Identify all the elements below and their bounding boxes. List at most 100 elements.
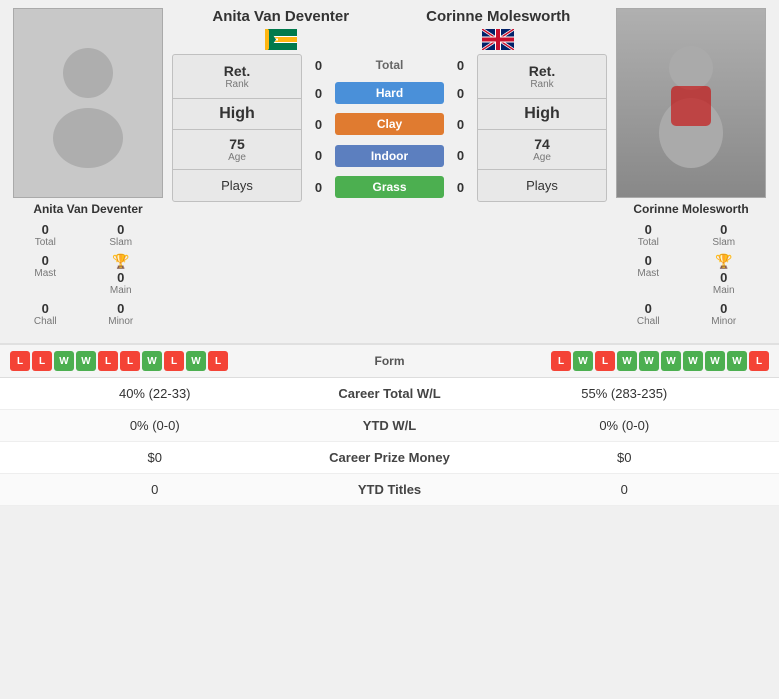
- total-left-score: 0: [306, 58, 331, 73]
- right-flag-container: [390, 29, 608, 50]
- hard-surface-pill: Hard: [335, 82, 444, 104]
- left-main-cell: 🏆 0 Main: [84, 251, 159, 298]
- left-main-label: Main: [110, 285, 132, 296]
- right-main-value: 0: [720, 270, 727, 285]
- stats-right-2: $0: [480, 450, 770, 465]
- form-badge-w: W: [186, 351, 206, 371]
- right-mast-value: 0: [613, 253, 684, 268]
- right-total-label: Total: [613, 237, 684, 248]
- left-total-cell: 0 Total: [8, 220, 83, 250]
- form-badge-l: L: [98, 351, 118, 371]
- right-minor-cell: 0 Minor: [687, 299, 762, 329]
- left-mast-value: 0: [10, 253, 81, 268]
- stats-row-0: 40% (22-33)Career Total W/L55% (283-235): [0, 378, 779, 410]
- left-flag-icon: [265, 29, 297, 50]
- right-slam-label: Slam: [689, 237, 760, 248]
- stats-left-2: $0: [10, 450, 300, 465]
- right-main-label: Main: [713, 285, 735, 296]
- stats-right-0: 55% (283-235): [480, 386, 770, 401]
- left-rank-row: Ret. Rank: [173, 55, 301, 99]
- main-container: Anita Van Deventer 0 Total 0 Slam 0 Mast…: [0, 0, 779, 506]
- grass-score-row: 0 Grass 0: [306, 176, 473, 198]
- form-badge-l: L: [164, 351, 184, 371]
- right-main-cell: 🏆 0 Main: [687, 251, 762, 298]
- hard-score-row: 0 Hard 0: [306, 82, 473, 104]
- left-stat-col: Ret. Rank High 75 Age Plays: [172, 54, 302, 202]
- form-badge-l: L: [208, 351, 228, 371]
- right-flag-icon: [482, 29, 514, 50]
- left-total-label: Total: [10, 237, 81, 248]
- form-badge-w: W: [617, 351, 637, 371]
- clay-left-score: 0: [306, 117, 331, 132]
- right-player-silhouette: [651, 38, 731, 168]
- left-mast-label: Mast: [10, 268, 81, 279]
- bottom-section: LLWWLLWLWL Form LWLWWWWWWL 40% (22-33)Ca…: [0, 343, 779, 506]
- right-mast-cell: 0 Mast: [611, 251, 686, 298]
- hard-right-score: 0: [448, 86, 473, 101]
- right-chall-label: Chall: [613, 316, 684, 327]
- form-badge-w: W: [54, 351, 74, 371]
- right-trophy-icon: 🏆: [715, 253, 732, 270]
- left-plays-label: Plays: [177, 178, 297, 193]
- form-badge-l: L: [551, 351, 571, 371]
- form-badge-l: L: [32, 351, 52, 371]
- indoor-right-score: 0: [448, 148, 473, 163]
- right-player-photo: [616, 8, 766, 198]
- form-badge-w: W: [76, 351, 96, 371]
- left-trophy-icon: 🏆: [112, 253, 129, 270]
- right-stat-col: Ret. Rank High 74 Age Plays: [477, 54, 607, 202]
- left-player-stats: 0 Total 0 Slam 0 Mast 🏆 0 Main: [8, 220, 158, 329]
- right-minor-value: 0: [689, 301, 760, 316]
- right-minor-label: Minor: [689, 316, 760, 327]
- left-mast-cell: 0 Mast: [8, 251, 83, 298]
- stats-center-3: YTD Titles: [300, 482, 480, 497]
- right-plays-label: Plays: [482, 178, 602, 193]
- stats-center-0: Career Total W/L: [300, 386, 480, 401]
- form-badge-w: W: [661, 351, 681, 371]
- right-rank-sublabel: Rank: [530, 79, 553, 90]
- left-player-name: Anita Van Deventer: [8, 202, 168, 216]
- left-age-label: Age: [228, 152, 246, 163]
- left-name-header: Anita Van Deventer: [172, 8, 390, 50]
- grass-surface-pill: Grass: [335, 176, 444, 198]
- hard-left-score: 0: [306, 86, 331, 101]
- right-name-text: Corinne Molesworth: [390, 8, 608, 25]
- form-badge-w: W: [727, 351, 747, 371]
- stats-left-3: 0: [10, 482, 300, 497]
- stats-right-3: 0: [480, 482, 770, 497]
- stats-left-1: 0% (0-0): [10, 418, 300, 433]
- clay-score-row: 0 Clay 0: [306, 113, 473, 135]
- right-form-badges: LWLWWWWWWL: [450, 351, 770, 371]
- total-label: Total: [335, 58, 444, 72]
- grass-left-score: 0: [306, 180, 331, 195]
- left-chall-value: 0: [10, 301, 81, 316]
- right-player-stats: 0 Total 0 Slam 0 Mast 🏆 0 Main: [611, 220, 761, 329]
- right-age-row: 74 Age: [478, 130, 606, 170]
- left-minor-value: 0: [86, 301, 157, 316]
- stats-row-3: 0YTD Titles0: [0, 474, 779, 506]
- total-score-row: 0 Total 0: [306, 58, 473, 73]
- right-high-row: High: [478, 99, 606, 130]
- stats-center-2: Career Prize Money: [300, 450, 480, 465]
- scores-section: Ret. Rank High 75 Age Plays: [172, 54, 607, 202]
- left-slam-cell: 0 Slam: [84, 220, 159, 250]
- form-badge-l: L: [10, 351, 30, 371]
- form-badge-w: W: [705, 351, 725, 371]
- left-age-row: 75 Age: [173, 130, 301, 170]
- stats-right-1: 0% (0-0): [480, 418, 770, 433]
- left-chall-cell: 0 Chall: [8, 299, 83, 329]
- indoor-left-score: 0: [306, 148, 331, 163]
- grass-right-score: 0: [448, 180, 473, 195]
- left-main-value: 0: [117, 270, 124, 285]
- indoor-surface-pill: Indoor: [335, 145, 444, 167]
- right-age-label: Age: [533, 152, 551, 163]
- form-badge-w: W: [142, 351, 162, 371]
- left-high-label: High: [177, 105, 297, 123]
- left-age-value: 75: [229, 136, 245, 152]
- right-chall-cell: 0 Chall: [611, 299, 686, 329]
- left-rank-sublabel: Rank: [225, 79, 248, 90]
- right-player-card: Corinne Molesworth 0 Total 0 Slam 0 Mast…: [611, 8, 771, 329]
- left-flag-container: [172, 29, 390, 50]
- clay-surface-pill: Clay: [335, 113, 444, 135]
- right-high-label: High: [482, 105, 602, 123]
